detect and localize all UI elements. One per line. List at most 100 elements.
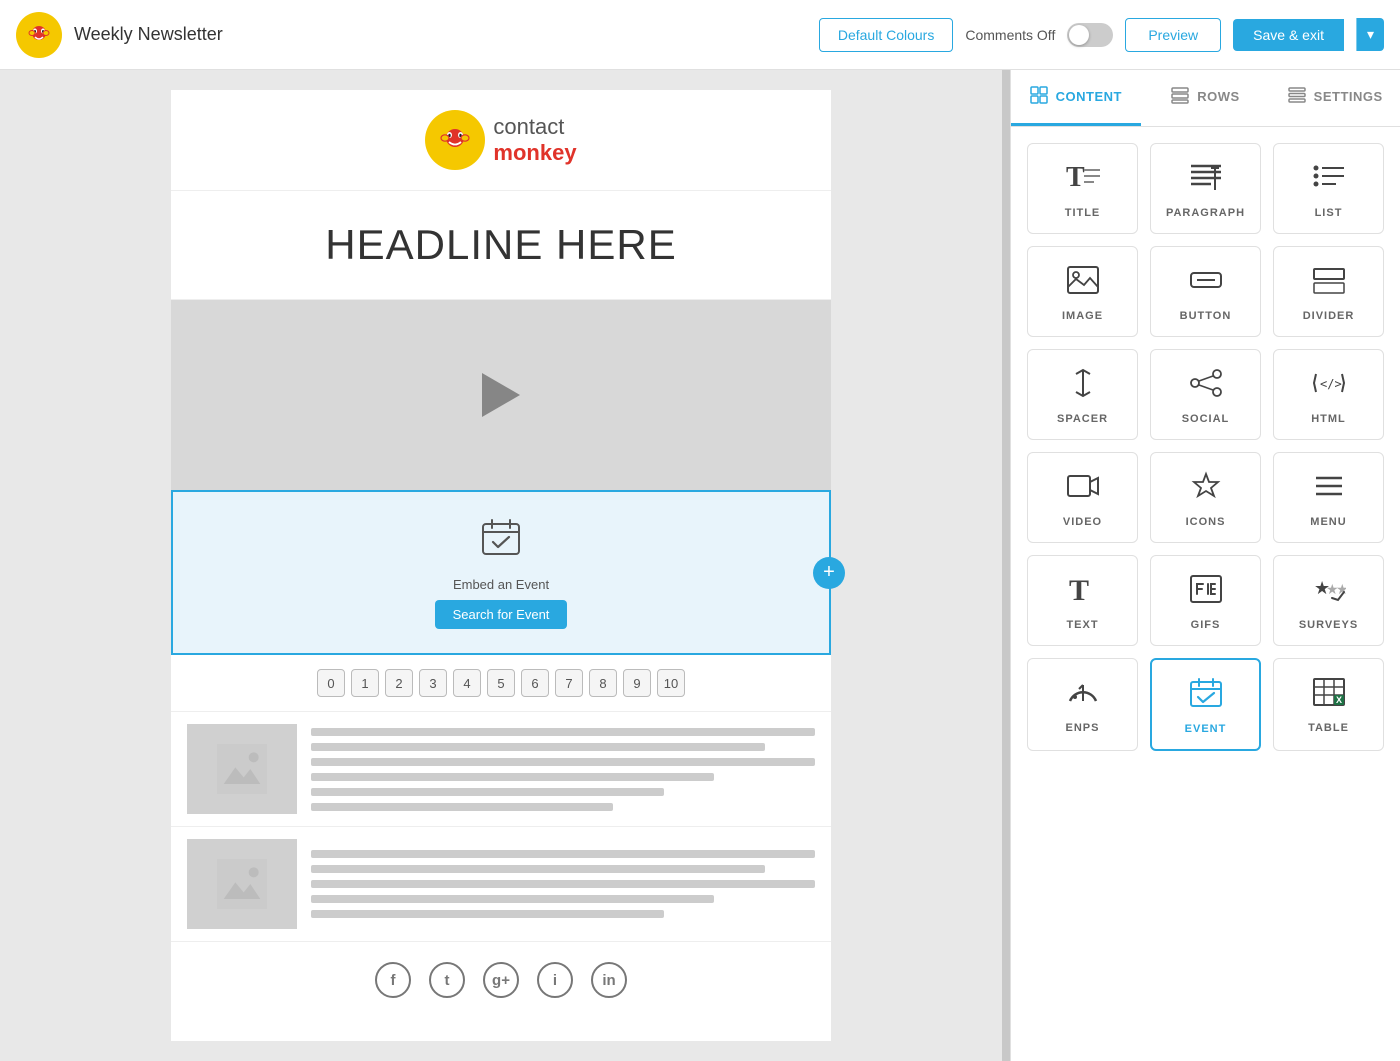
svg-text:</>: </> — [1320, 377, 1342, 391]
canvas-video — [171, 300, 831, 490]
text-line — [311, 743, 765, 751]
video-item-label: VIDEO — [1063, 516, 1102, 528]
social-googleplus-icon: g+ — [483, 962, 519, 998]
tab-rows-label: ROWS — [1197, 89, 1239, 104]
button-icon — [1189, 265, 1223, 300]
spacer-icon — [1066, 368, 1100, 403]
menu-item-label: MENU — [1310, 516, 1346, 528]
content-item-spacer[interactable]: SPACER — [1027, 349, 1138, 440]
preview-button[interactable]: Preview — [1125, 18, 1221, 52]
content-item-social[interactable]: SOCIAL — [1150, 349, 1261, 440]
text-line — [311, 910, 664, 918]
divider-icon — [1312, 265, 1346, 300]
svg-text:X: X — [1336, 695, 1342, 705]
paragraph-icon — [1189, 162, 1223, 197]
default-colours-button[interactable]: Default Colours — [819, 18, 954, 52]
monkey-logo-circle — [425, 110, 485, 170]
canvas-area: contact monkey HEADLINE HERE — [0, 70, 1002, 1061]
table-item-label: TABLE — [1308, 722, 1349, 734]
save-exit-button[interactable]: Save & exit — [1233, 19, 1344, 51]
panel-tabs: CONTENT ROWS — [1011, 70, 1400, 127]
content-item-video[interactable]: VIDEO — [1027, 452, 1138, 543]
page-10[interactable]: 10 — [657, 669, 685, 697]
svg-text:T: T — [1066, 162, 1085, 192]
text-line — [311, 758, 815, 766]
social-linkedin-icon: in — [591, 962, 627, 998]
menu-icon — [1312, 471, 1346, 506]
content-item-icons[interactable]: ICONS — [1150, 452, 1261, 543]
page-6[interactable]: 6 — [521, 669, 549, 697]
image-item-label: IMAGE — [1062, 310, 1103, 322]
title-icon: T — [1066, 162, 1100, 197]
page-0[interactable]: 0 — [317, 669, 345, 697]
content-item-image[interactable]: IMAGE — [1027, 246, 1138, 337]
page-9[interactable]: 9 — [623, 669, 651, 697]
content-item-list[interactable]: LIST — [1273, 143, 1384, 234]
gifs-item-label: GIFS — [1191, 619, 1221, 631]
search-event-button[interactable]: Search for Event — [435, 600, 568, 629]
content-item-event[interactable]: EVENT — [1150, 658, 1261, 751]
text-line — [311, 788, 664, 796]
topbar-actions: Default Colours Comments Off Preview Sav… — [819, 18, 1384, 52]
comments-toggle[interactable] — [1067, 23, 1113, 47]
content-item-menu[interactable]: MENU — [1273, 452, 1384, 543]
social-item-label: SOCIAL — [1182, 413, 1230, 425]
content-item-text[interactable]: T TEXT — [1027, 555, 1138, 646]
content-image-2 — [187, 839, 297, 929]
contact-text: contact — [493, 114, 576, 140]
icons-icon — [1189, 471, 1223, 506]
content-item-title[interactable]: T TITLE — [1027, 143, 1138, 234]
canvas-pagination: 0 1 2 3 4 5 6 7 8 9 10 — [171, 655, 831, 712]
canvas-event-block[interactable]: Embed an Event Search for Event + — [171, 490, 831, 655]
page-title: Weekly Newsletter — [74, 24, 807, 45]
tab-settings-label: SETTINGS — [1314, 89, 1383, 104]
contact-monkey-text: contact monkey — [493, 114, 576, 167]
surveys-item-label: SURVEYS — [1299, 619, 1358, 631]
content-lines-2 — [311, 839, 815, 929]
content-item-html[interactable]: </> HTML — [1273, 349, 1384, 440]
content-item-surveys[interactable]: ★ ★ ★ SURVEYS — [1273, 555, 1384, 646]
enps-item-label: ENPS — [1066, 722, 1100, 734]
rows-tab-icon — [1171, 86, 1189, 107]
monkey-text: monkey — [493, 140, 576, 166]
calendar-check-icon — [479, 516, 523, 569]
html-item-label: HTML — [1311, 413, 1346, 425]
content-items-grid: T TITLE — [1027, 143, 1384, 751]
canvas-headline: HEADLINE HERE — [171, 191, 831, 300]
main-layout: contact monkey HEADLINE HERE — [0, 70, 1400, 1061]
content-item-gifs[interactable]: GIFS — [1150, 555, 1261, 646]
page-7[interactable]: 7 — [555, 669, 583, 697]
content-item-enps[interactable]: ENPS — [1027, 658, 1138, 751]
page-3[interactable]: 3 — [419, 669, 447, 697]
page-5[interactable]: 5 — [487, 669, 515, 697]
text-line — [311, 895, 714, 903]
canvas-logo-row: contact monkey — [171, 90, 831, 191]
gifs-icon — [1189, 574, 1223, 609]
content-tab-icon — [1030, 86, 1048, 107]
image-icon — [1066, 265, 1100, 300]
canvas-social: f t g+ i in — [171, 942, 831, 1018]
tab-rows[interactable]: ROWS — [1141, 70, 1271, 126]
paragraph-item-label: PARAGRAPH — [1166, 207, 1245, 219]
tab-settings[interactable]: SETTINGS — [1270, 70, 1400, 126]
canvas-content-row-1 — [171, 712, 831, 827]
content-item-table[interactable]: X TABLE — [1273, 658, 1384, 751]
content-item-divider[interactable]: DIVIDER — [1273, 246, 1384, 337]
panel-content-area: T TITLE — [1011, 127, 1400, 1061]
content-item-button[interactable]: BUTTON — [1150, 246, 1261, 337]
page-1[interactable]: 1 — [351, 669, 379, 697]
save-exit-dropdown-button[interactable]: ▾ — [1356, 18, 1384, 51]
embed-event-label: Embed an Event — [453, 577, 549, 592]
text-line — [311, 803, 613, 811]
page-2[interactable]: 2 — [385, 669, 413, 697]
page-4[interactable]: 4 — [453, 669, 481, 697]
text-line — [311, 728, 815, 736]
html-icon: </> — [1312, 368, 1346, 403]
canvas-logo: contact monkey — [425, 110, 576, 170]
content-item-paragraph[interactable]: PARAGRAPH — [1150, 143, 1261, 234]
tab-content[interactable]: CONTENT — [1011, 70, 1141, 126]
spacer-item-label: SPACER — [1057, 413, 1108, 425]
social-instagram-icon: i — [537, 962, 573, 998]
page-8[interactable]: 8 — [589, 669, 617, 697]
add-block-button[interactable]: + — [813, 557, 845, 589]
